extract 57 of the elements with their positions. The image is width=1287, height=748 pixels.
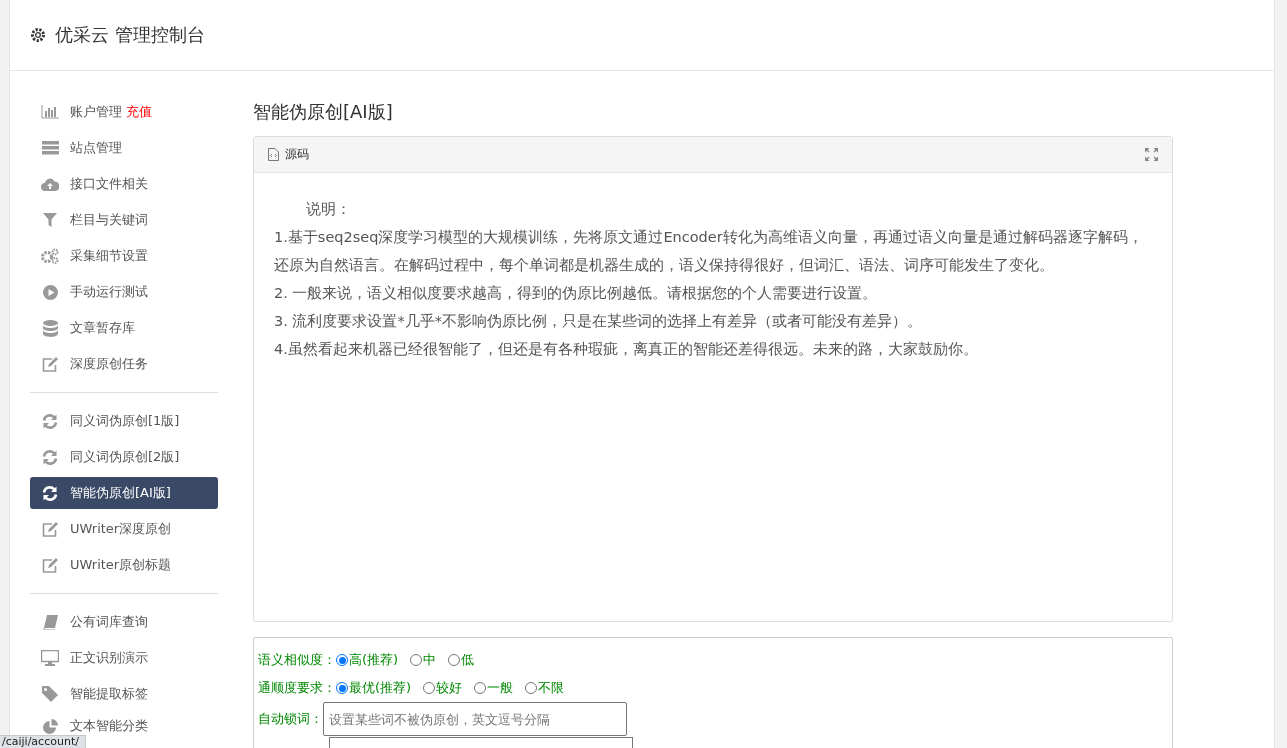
editor-paragraph: 4.虽然看起来机器已经很智能了，但还是有各种瑕疵，离真正的智能还差得很远。未来的路，大家鼓励你。 bbox=[274, 340, 979, 359]
radio-label[interactable]: 不限 bbox=[538, 679, 565, 697]
page-title: 智能伪原创[AI版] bbox=[253, 100, 394, 124]
field-label: 自动锁词： bbox=[258, 710, 323, 728]
bar-chart-icon bbox=[41, 105, 59, 119]
server-icon bbox=[41, 141, 59, 155]
sidebar-item[interactable]: 智能提取标签 bbox=[30, 678, 218, 710]
editor-paragraph: 1.基于seq2seq深度学习模型的大规模训练，先将原文通过Encoder转化为高维语义向量，再通过语义向量是通过解码器逐字解码，还原为自然语言。在解码过程中，每个单词都是机器生成的，语义保持得很好，但词汇、语法、词序可能发生了变化。 bbox=[274, 228, 1144, 275]
editor-paragraph: 说明： bbox=[304, 200, 352, 219]
radio-label[interactable]: 高(推荐) bbox=[349, 651, 399, 669]
radio-label[interactable]: 中 bbox=[423, 651, 437, 669]
sidebar-item[interactable]: 账户管理 充值 bbox=[30, 96, 218, 128]
book-icon bbox=[42, 614, 58, 630]
lock-words-field[interactable]: 设置某些词不被伪原创，英文逗号分隔 bbox=[323, 702, 627, 736]
sidebar-item[interactable]: 站点管理 bbox=[30, 132, 218, 164]
play-icon bbox=[42, 284, 58, 300]
pie-chart-icon bbox=[42, 718, 58, 734]
editor-paragraph: 2. 一般来说，语义相似度要求越高，得到的伪原比例越低。请根据您的个人需要进行设置。 bbox=[274, 284, 879, 303]
radio-label[interactable]: 低 bbox=[461, 651, 475, 669]
filter-icon bbox=[43, 213, 57, 227]
monitor-icon bbox=[41, 650, 59, 666]
radio-label[interactable]: 较好 bbox=[436, 679, 463, 697]
recharge-link[interactable]: 充值 bbox=[126, 103, 152, 121]
sidebar-item[interactable]: 正文识别演示 bbox=[30, 642, 218, 674]
sidebar-item[interactable]: UWriter原创标题 bbox=[30, 549, 218, 581]
sidebar-item[interactable]: UWriter深度原创 bbox=[30, 513, 218, 545]
edit-icon bbox=[41, 557, 59, 573]
sidebar-item[interactable]: 深度原创任务 bbox=[30, 348, 218, 380]
code-file-icon bbox=[268, 148, 279, 161]
sidebar-item[interactable]: 公有词库查询 bbox=[30, 606, 218, 638]
source-button[interactable]: 源码 bbox=[285, 146, 309, 163]
editor-paragraph: 3. 流利度要求设置*几乎*不影响伪原比例，只是在某些词的选择上有差异（或者可能没有差异）。 bbox=[274, 312, 923, 331]
sidebar-item[interactable]: 智能伪原创[AI版] bbox=[30, 477, 218, 509]
gears-icon bbox=[41, 248, 59, 264]
url-tooltip: /caiji/account/ bbox=[0, 735, 86, 748]
database-icon bbox=[42, 319, 58, 337]
field-label: 语义相似度： bbox=[258, 651, 336, 669]
refresh-icon bbox=[42, 449, 58, 465]
sidebar-item[interactable]: 文章暂存库 bbox=[30, 312, 218, 344]
console-title: 优采云 管理控制台 bbox=[55, 23, 205, 47]
radio-label[interactable]: 一般 bbox=[487, 679, 514, 697]
sidebar-item[interactable]: 栏目与关键词 bbox=[30, 204, 218, 236]
field-label: 通顺度要求： bbox=[258, 679, 336, 697]
sidebar-item[interactable]: 接口文件相关 bbox=[30, 168, 218, 200]
settings-icon bbox=[30, 27, 46, 43]
refresh-icon bbox=[42, 485, 58, 501]
refresh-icon bbox=[42, 413, 58, 429]
radio-label[interactable]: 最优(推荐) bbox=[349, 679, 412, 697]
edit-icon bbox=[41, 521, 59, 537]
sidebar-item[interactable]: 同义词伪原创[1版] bbox=[30, 405, 218, 437]
sidebar-item[interactable]: 手动运行测试 bbox=[30, 276, 218, 308]
sidebar-item[interactable]: 采集细节设置 bbox=[30, 240, 218, 272]
edit-icon bbox=[41, 356, 59, 372]
expand-icon[interactable] bbox=[1145, 148, 1158, 161]
sidebar-item[interactable]: 同义词伪原创[2版] bbox=[30, 441, 218, 473]
cloud-upload-icon bbox=[41, 177, 59, 191]
tag-icon bbox=[42, 686, 58, 702]
